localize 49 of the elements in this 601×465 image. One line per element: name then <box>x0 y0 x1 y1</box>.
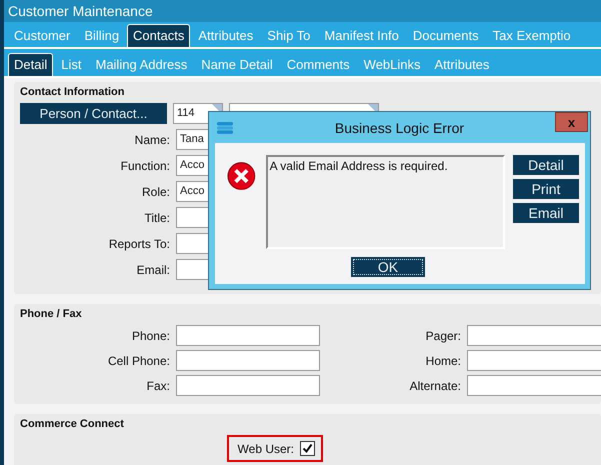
dialog-button[interactable]: Detail <box>513 155 579 175</box>
tab[interactable]: List <box>55 53 88 76</box>
tab[interactable]: Manifest Info <box>318 24 405 47</box>
section-heading: Contact Information <box>20 86 126 98</box>
error-message: A valid Email Address is required. <box>266 155 505 249</box>
field-label: Fax: <box>146 378 170 392</box>
tab[interactable]: WebLinks <box>358 53 426 76</box>
tab[interactable]: Tax Exemptio <box>486 24 577 47</box>
field-label: Function: <box>120 158 170 172</box>
tab[interactable]: Comments <box>280 53 356 76</box>
input-field[interactable] <box>467 325 601 346</box>
tab[interactable]: Attributes <box>428 53 496 76</box>
input-field[interactable] <box>467 375 601 396</box>
tab[interactable]: Ship To <box>261 24 316 47</box>
field-label: Cell Phone: <box>106 354 170 368</box>
tab[interactable]: Name Detail <box>195 53 279 76</box>
field-label: Reports To: <box>108 236 170 250</box>
field-label: Web User: <box>236 442 294 456</box>
window-title: Customer Maintenance <box>4 0 601 22</box>
section-heading: Phone / Fax <box>20 308 83 320</box>
input-field[interactable] <box>176 350 320 371</box>
field-label: Title: <box>143 210 170 224</box>
section-heading: Commerce Connect <box>20 418 125 430</box>
input-field[interactable] <box>467 350 601 371</box>
tab[interactable]: Attributes <box>192 24 260 47</box>
dialog-button[interactable]: Print <box>513 179 579 199</box>
close-button[interactable]: x <box>555 112 588 132</box>
tab[interactable]: Contacts <box>127 24 190 47</box>
field-label: Home: <box>424 354 461 368</box>
field-label: Role: <box>140 184 170 198</box>
field-label: Phone: <box>130 328 170 342</box>
tab[interactable]: Detail <box>8 53 54 76</box>
field-label: Email: <box>136 262 170 276</box>
person-contact-button[interactable]: Person / Contact... <box>20 103 167 124</box>
input-field[interactable] <box>176 375 320 396</box>
field-label: Alternate: <box>408 378 461 392</box>
app-icon <box>217 122 233 134</box>
checkbox[interactable] <box>300 441 315 456</box>
dialog-title: Business Logic Error <box>334 120 466 136</box>
input-field[interactable] <box>176 325 320 346</box>
tab[interactable]: Billing <box>78 24 126 47</box>
field-label: Pager: <box>424 328 461 342</box>
tab[interactable]: Customer <box>8 24 76 47</box>
tab[interactable]: Documents <box>406 24 485 47</box>
error-icon <box>227 161 258 193</box>
ok-button[interactable]: OK <box>351 257 425 277</box>
tab[interactable]: Mailing Address <box>89 53 194 76</box>
field-label: Name: <box>134 132 170 146</box>
dialog-button[interactable]: Email <box>513 203 579 223</box>
